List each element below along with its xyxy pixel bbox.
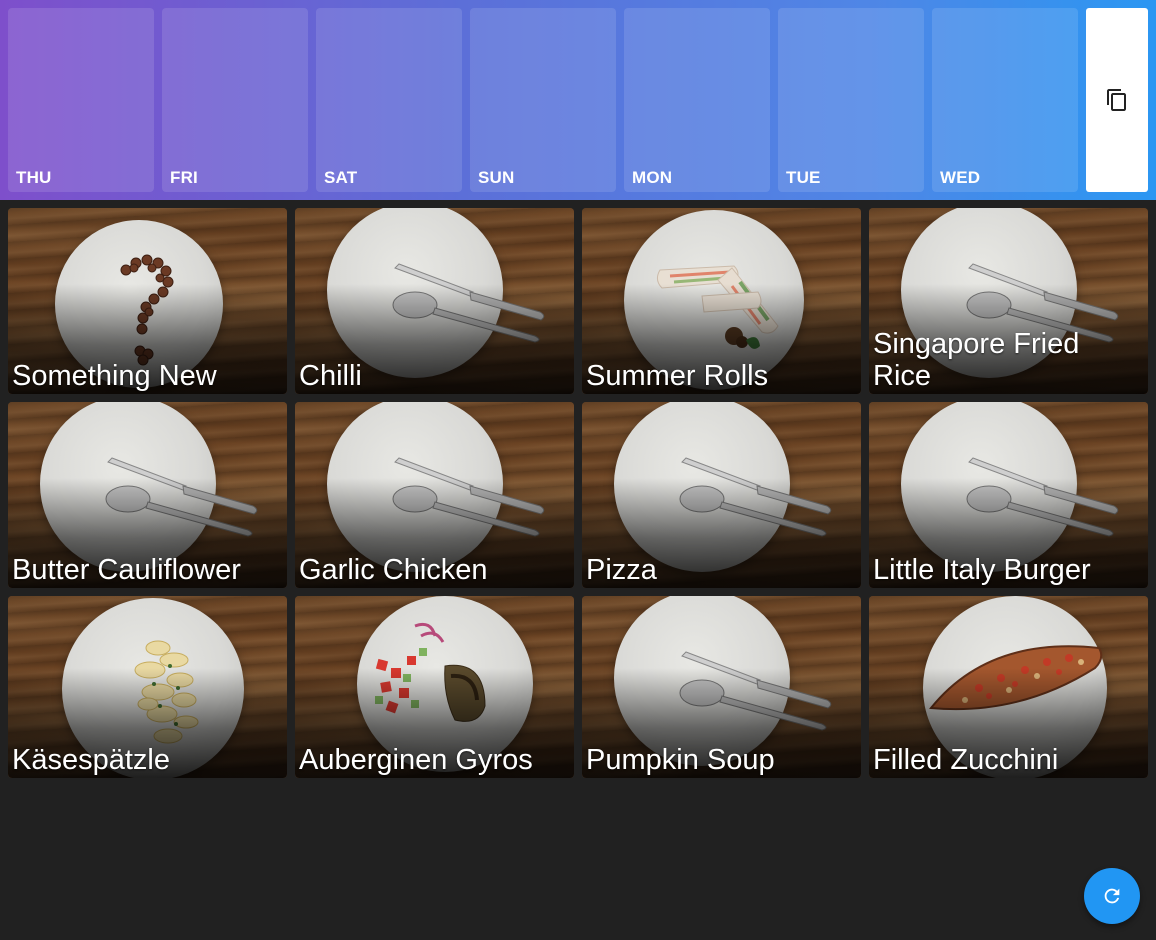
recipe-title: Singapore Fried Rice — [873, 328, 1080, 392]
recipe-card-pizza[interactable]: Pizza — [582, 402, 861, 588]
day-slot-mon[interactable]: MON — [624, 8, 770, 192]
day-slot-fri[interactable]: FRI — [162, 8, 308, 192]
day-slot-wed[interactable]: WED — [932, 8, 1078, 192]
recipe-title: Auberginen Gyros — [299, 744, 533, 776]
day-slot-sat[interactable]: SAT — [316, 8, 462, 192]
refresh-button[interactable] — [1084, 868, 1140, 924]
day-slot-tue[interactable]: TUE — [778, 8, 924, 192]
refresh-icon — [1104, 888, 1120, 904]
recipe-title: Garlic Chicken — [299, 554, 488, 586]
day-label: WED — [940, 168, 981, 187]
recipe-title: Filled Zucchini — [873, 744, 1059, 776]
recipe-card-kaesespaetzle[interactable]: Käsespätzle — [8, 596, 287, 778]
copy-icon — [1107, 89, 1126, 111]
recipe-card-singapore-fried-rice[interactable]: Singapore Fried Rice — [869, 208, 1148, 394]
day-slot-sun[interactable]: SUN — [470, 8, 616, 192]
week-planner-header: THU FRI SAT SUN MON TUE WED — [0, 0, 1156, 200]
recipe-title: Pumpkin Soup — [586, 744, 775, 776]
day-label: FRI — [170, 168, 198, 187]
recipe-title: Chilli — [299, 360, 362, 392]
copy-button[interactable] — [1086, 8, 1148, 192]
recipe-title: Käsespätzle — [12, 744, 170, 776]
recipe-card-pumpkin-soup[interactable]: Pumpkin Soup — [582, 596, 861, 778]
recipe-card-chilli[interactable]: Chilli — [295, 208, 574, 394]
day-label: SUN — [478, 168, 515, 187]
recipe-card-filled-zucchini[interactable]: Filled Zucchini — [869, 596, 1148, 778]
recipe-title: Butter Cauliflower — [12, 554, 241, 586]
day-slot-thu[interactable]: THU — [8, 8, 154, 192]
recipe-card-garlic-chicken[interactable]: Garlic Chicken — [295, 402, 574, 588]
recipe-title: Little Italy Burger — [873, 554, 1091, 586]
day-label: SAT — [324, 168, 358, 187]
day-label: TUE — [786, 168, 821, 187]
recipe-card-little-italy-burger[interactable]: Little Italy Burger — [869, 402, 1148, 588]
recipe-grid: Something New Chilli Summer Rolls Singap… — [8, 208, 1148, 782]
recipe-title: Something New — [12, 360, 217, 392]
recipe-card-summer-rolls[interactable]: Summer Rolls — [582, 208, 861, 394]
recipe-card-butter-cauliflower[interactable]: Butter Cauliflower — [8, 402, 287, 588]
day-label: THU — [16, 168, 52, 187]
recipe-card-auberginen-gyros[interactable]: Auberginen Gyros — [295, 596, 574, 778]
recipe-title: Summer Rolls — [586, 360, 769, 392]
recipe-title: Pizza — [586, 554, 657, 586]
day-label: MON — [632, 168, 673, 187]
recipe-card-something-new[interactable]: Something New — [8, 208, 287, 394]
